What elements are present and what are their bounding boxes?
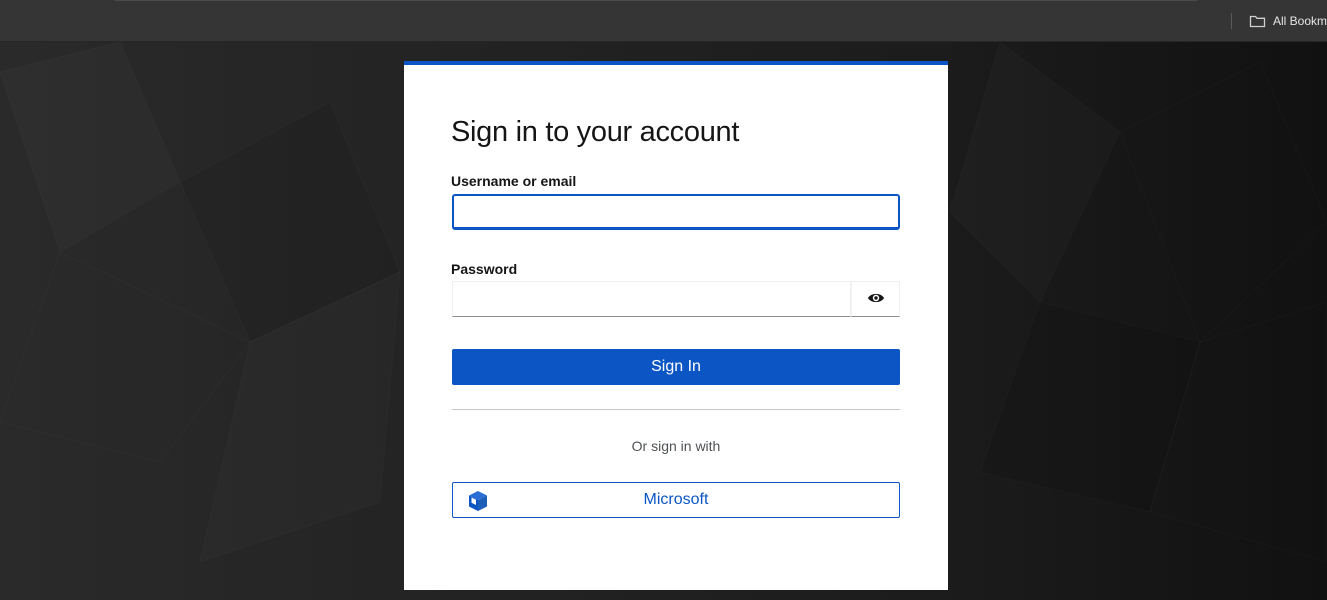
password-field-group <box>452 281 900 317</box>
or-sign-in-with-text: Or sign in with <box>631 438 721 454</box>
cube-icon <box>467 490 489 512</box>
toolbar-divider <box>1231 13 1232 29</box>
page-title: Sign in to your account <box>451 116 740 148</box>
folder-icon <box>1249 14 1266 28</box>
show-password-button[interactable] <box>851 281 900 317</box>
all-bookmarks-button[interactable]: All Bookm <box>1249 11 1327 31</box>
sign-in-button[interactable]: Sign In <box>452 349 900 385</box>
microsoft-label: Microsoft <box>643 491 709 508</box>
username-input[interactable] <box>452 194 900 230</box>
eye-icon <box>867 292 885 307</box>
toolbar-edge <box>115 0 1197 1</box>
microsoft-sign-in-button[interactable]: Microsoft <box>452 482 900 518</box>
username-label: Username or email <box>451 173 577 189</box>
login-card: Sign in to your account Username or emai… <box>404 61 948 590</box>
password-label: Password <box>451 261 518 277</box>
all-bookmarks-label: All Bookm <box>1273 14 1327 28</box>
password-input[interactable] <box>452 281 851 317</box>
browser-bookmarks-bar: All Bookm <box>0 0 1327 42</box>
divider <box>452 409 900 410</box>
